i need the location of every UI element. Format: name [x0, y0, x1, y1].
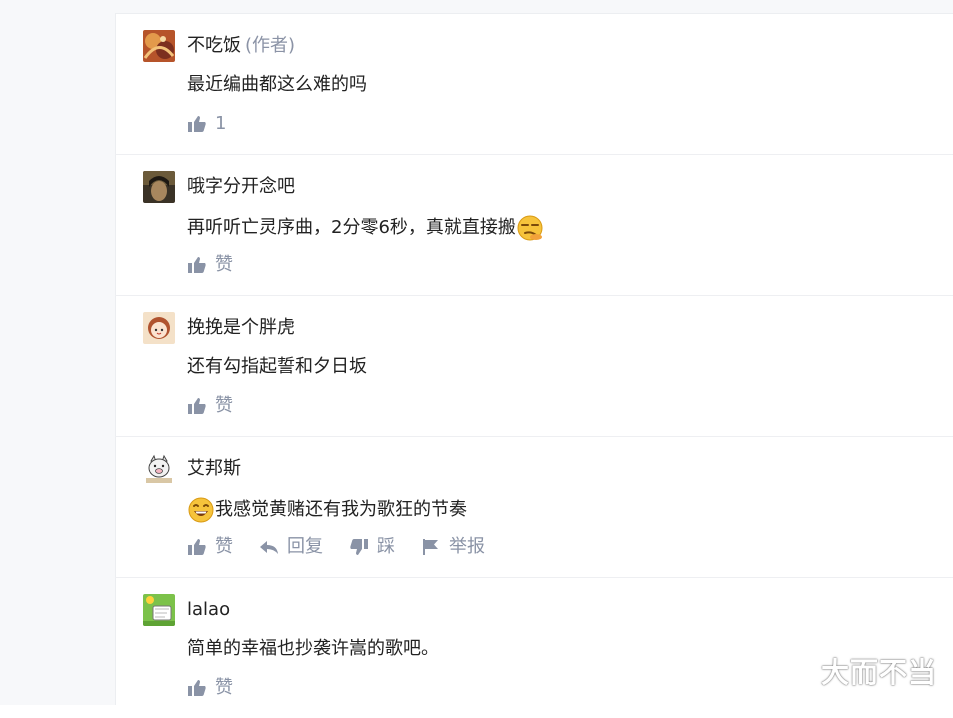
thumbs-down-icon: [350, 539, 368, 555]
thumbs-up-icon: [188, 539, 206, 555]
comment-item: 哦字分开念吧 再听听亡灵序曲，2分零6秒，真就直接搬 赞: [115, 155, 953, 296]
author-tag: (作者): [245, 35, 296, 56]
comment-actions: 赞: [187, 395, 259, 417]
like-label: 赞: [215, 254, 233, 275]
avatar[interactable]: [143, 171, 175, 203]
like-label: 赞: [215, 395, 233, 416]
commenter-name-text[interactable]: 不吃饭: [187, 35, 241, 56]
dislike-button[interactable]: 踩: [349, 536, 395, 558]
commenter-name[interactable]: 哦字分开念吧: [187, 175, 295, 199]
like-button[interactable]: 赞: [187, 254, 233, 276]
like-button[interactable]: 1: [187, 113, 226, 135]
thumbs-up-icon: [188, 116, 206, 132]
commenter-name[interactable]: 艾邦斯: [187, 457, 241, 481]
watermark: 大而不当: [820, 656, 937, 689]
top-strip: [115, 0, 953, 14]
comment-text: 还有勾指起誓和夕日坂: [187, 356, 367, 377]
dislike-label: 踩: [377, 536, 395, 557]
orange-abstract-avatar-icon: [143, 30, 175, 62]
like-button[interactable]: 赞: [187, 395, 233, 417]
left-gutter: [0, 0, 116, 705]
thumbs-up-icon: [188, 680, 206, 696]
avatar[interactable]: [143, 594, 175, 626]
grin-emoji-icon: [188, 497, 214, 523]
commenter-name[interactable]: lalao: [187, 598, 230, 622]
comment-item: lalao 简单的幸福也抄袭许嵩的歌吧。 赞: [115, 578, 953, 718]
comment-text-body: 再听听亡灵序曲，2分零6秒，真就直接搬: [187, 217, 516, 238]
avatar[interactable]: [143, 312, 175, 344]
report-label: 举报: [449, 536, 485, 557]
green-cartoon-avatar-icon: [143, 594, 175, 626]
comment-actions: 赞: [187, 677, 259, 699]
comment-item: 艾邦斯 我感觉黄赌还有我为歌狂的节奏 赞 回复 踩 举报: [115, 437, 953, 578]
comment-text: 最近编曲都这么难的吗: [187, 74, 367, 95]
pig-avatar-icon: [143, 453, 175, 485]
reply-button[interactable]: 回复: [259, 536, 323, 558]
thumbs-up-icon: [188, 257, 206, 273]
commenter-name[interactable]: 挽挽是个胖虎: [187, 316, 295, 340]
comment-text: 我感觉黄赌还有我为歌狂的节奏: [187, 496, 467, 524]
comment-actions: 1: [187, 113, 252, 135]
like-label: 赞: [215, 677, 233, 698]
thumbs-up-icon: [188, 398, 206, 414]
flag-icon: [423, 539, 438, 555]
comment-text: 再听听亡灵序曲，2分零6秒，真就直接搬: [187, 214, 544, 242]
like-label: 赞: [215, 536, 233, 557]
like-button[interactable]: 赞: [187, 677, 233, 699]
comment-text-body: 我感觉黄赌还有我为歌狂的节奏: [215, 499, 467, 520]
comment-item: 不吃饭 (作者) 最近编曲都这么难的吗 1: [115, 14, 953, 155]
comment-actions: 赞 回复 踩 举报: [187, 536, 511, 558]
smirk-emoji-icon: [517, 215, 543, 241]
comment-text: 简单的幸福也抄袭许嵩的歌吧。: [187, 638, 439, 659]
avatar[interactable]: [143, 30, 175, 62]
comment-list: 不吃饭 (作者) 最近编曲都这么难的吗 1 哦字分开念吧 再听听亡灵序曲，2分零…: [115, 14, 953, 718]
dark-portrait-avatar-icon: [143, 171, 175, 203]
report-button[interactable]: 举报: [421, 536, 485, 558]
like-button[interactable]: 赞: [187, 536, 233, 558]
like-count: 1: [215, 113, 227, 134]
reply-label: 回复: [287, 536, 323, 557]
comment-actions: 赞: [187, 254, 259, 276]
comment-item: 挽挽是个胖虎 还有勾指起誓和夕日坂 赞: [115, 296, 953, 437]
reply-arrow-icon: [260, 541, 278, 554]
commenter-name[interactable]: 不吃饭 (作者): [187, 34, 295, 58]
girl-cartoon-avatar-icon: [143, 312, 175, 344]
avatar[interactable]: [143, 453, 175, 485]
